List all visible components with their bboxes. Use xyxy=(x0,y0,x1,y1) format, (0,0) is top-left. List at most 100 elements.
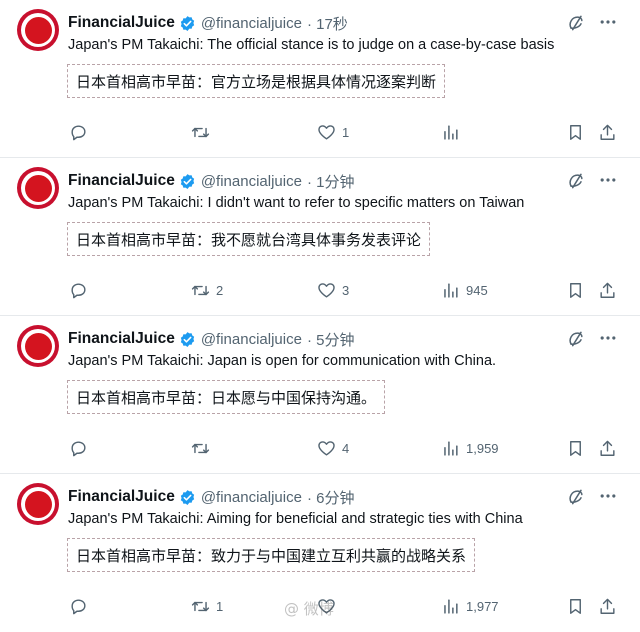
share-button[interactable] xyxy=(598,122,617,142)
reply-button[interactable] xyxy=(69,122,94,142)
like-button[interactable]: 4 xyxy=(317,438,349,458)
repost-count: 1 xyxy=(216,598,224,614)
share-icon xyxy=(600,124,615,140)
account-name[interactable]: FinancialJuice xyxy=(68,330,175,348)
share-button[interactable] xyxy=(598,280,617,300)
verified-badge-icon xyxy=(180,173,194,189)
repost-count: 2 xyxy=(216,282,224,298)
repost-button[interactable]: 2 xyxy=(191,280,223,300)
like-count: 4 xyxy=(342,440,350,456)
repost-icon xyxy=(191,285,210,295)
account-handle[interactable]: @financialjuice xyxy=(201,173,302,190)
more-icon[interactable] xyxy=(598,12,618,32)
avatar[interactable] xyxy=(17,483,59,525)
reply-icon xyxy=(71,598,86,614)
share-icon xyxy=(600,598,615,614)
reply-button[interactable] xyxy=(69,596,94,616)
post[interactable]: FinancialJuice @financialjuice · 1分钟 Jap… xyxy=(0,158,640,316)
share-button[interactable] xyxy=(598,596,617,616)
account-handle[interactable]: @financialjuice xyxy=(201,331,302,348)
repost-icon xyxy=(191,443,210,453)
views-button[interactable]: 1,977 xyxy=(441,596,499,616)
avatar[interactable] xyxy=(17,167,59,209)
edit-icon[interactable] xyxy=(566,171,586,191)
share-button[interactable] xyxy=(598,438,617,458)
post-time[interactable]: · 6分钟 xyxy=(307,487,355,508)
like-icon xyxy=(318,124,335,140)
share-icon xyxy=(600,282,615,298)
repost-button[interactable] xyxy=(191,122,216,142)
more-icon[interactable] xyxy=(598,486,618,506)
post-header: FinancialJuice @financialjuice · 1分钟 xyxy=(68,170,354,192)
more-icon[interactable] xyxy=(598,170,618,190)
post-text: Japan's PM Takaichi: The official stance… xyxy=(68,37,555,53)
avatar[interactable] xyxy=(17,325,59,367)
views-count: 945 xyxy=(466,282,488,298)
edit-icon[interactable] xyxy=(566,329,586,349)
more-icon[interactable] xyxy=(598,328,618,348)
post-header: FinancialJuice @financialjuice · 17秒 xyxy=(68,12,348,34)
translation-box: 日本首相高市早苗：致力于与中国建立互利共赢的战略关系 xyxy=(67,538,476,572)
repost-button[interactable] xyxy=(191,438,216,458)
account-handle[interactable]: @financialjuice xyxy=(201,489,302,506)
account-handle[interactable]: @financialjuice xyxy=(201,15,302,32)
verified-badge-icon xyxy=(180,15,194,31)
post-divider xyxy=(0,473,640,474)
bookmark-button[interactable] xyxy=(566,438,585,458)
views-icon xyxy=(444,282,458,298)
post-text: Japan's PM Takaichi: Japan is open for c… xyxy=(68,353,497,369)
post[interactable]: FinancialJuice @financialjuice · 5分钟 Jap… xyxy=(0,316,640,474)
post-time[interactable]: · 1分钟 xyxy=(307,171,355,192)
avatar[interactable] xyxy=(17,9,59,51)
like-count: 3 xyxy=(342,282,350,298)
reply-icon xyxy=(71,124,86,140)
reply-button[interactable] xyxy=(69,438,94,458)
post-text: Japan's PM Takaichi: Aiming for benefici… xyxy=(68,511,523,527)
account-name[interactable]: FinancialJuice xyxy=(68,172,175,190)
views-icon xyxy=(444,124,458,140)
views-button[interactable]: 1,959 xyxy=(441,438,499,458)
translation-box: 日本首相高市早苗：日本愿与中国保持沟通。 xyxy=(67,380,386,414)
reply-icon xyxy=(71,282,86,298)
repost-icon xyxy=(191,127,210,137)
edit-icon[interactable] xyxy=(566,13,586,33)
post-time[interactable]: · 5分钟 xyxy=(307,329,355,350)
post-header: FinancialJuice @financialjuice · 6分钟 xyxy=(68,486,354,508)
bookmark-button[interactable] xyxy=(566,122,585,142)
views-button[interactable]: 945 xyxy=(441,280,488,300)
verified-badge-icon xyxy=(180,331,194,347)
post[interactable]: FinancialJuice @financialjuice · 17秒 Jap… xyxy=(0,0,640,158)
translation-box: 日本首相高市早苗：官方立场是根据具体情况逐案判断 xyxy=(67,64,446,98)
views-button[interactable] xyxy=(441,122,466,142)
like-button[interactable]: 3 xyxy=(317,280,349,300)
post-time[interactable]: · 17秒 xyxy=(307,13,348,34)
translation-box: 日本首相高市早苗：我不愿就台湾具体事务发表评论 xyxy=(67,222,431,256)
bookmark-button[interactable] xyxy=(566,280,585,300)
views-count: 1,959 xyxy=(466,440,499,456)
like-icon xyxy=(318,282,335,298)
share-icon xyxy=(600,440,615,456)
account-name[interactable]: FinancialJuice xyxy=(68,14,175,32)
verified-badge-icon xyxy=(180,489,194,505)
repost-icon xyxy=(191,601,210,611)
post-text: Japan's PM Takaichi: I didn't want to re… xyxy=(68,195,525,211)
like-count: 1 xyxy=(342,124,350,140)
reply-icon xyxy=(71,440,86,456)
views-icon xyxy=(444,598,458,614)
bookmark-icon xyxy=(570,440,581,456)
like-icon xyxy=(318,440,335,456)
account-name[interactable]: FinancialJuice xyxy=(68,488,175,506)
post-divider xyxy=(0,157,640,158)
edit-icon[interactable] xyxy=(566,487,586,507)
views-icon xyxy=(444,440,458,456)
bookmark-icon xyxy=(570,598,581,614)
reply-button[interactable] xyxy=(69,280,94,300)
post-divider xyxy=(0,315,640,316)
repost-button[interactable]: 1 xyxy=(191,596,223,616)
bookmark-button[interactable] xyxy=(566,596,585,616)
post-header: FinancialJuice @financialjuice · 5分钟 xyxy=(68,328,354,350)
views-count: 1,977 xyxy=(466,598,499,614)
like-button[interactable]: 1 xyxy=(317,122,349,142)
bookmark-icon xyxy=(570,282,581,298)
bookmark-icon xyxy=(570,124,581,140)
